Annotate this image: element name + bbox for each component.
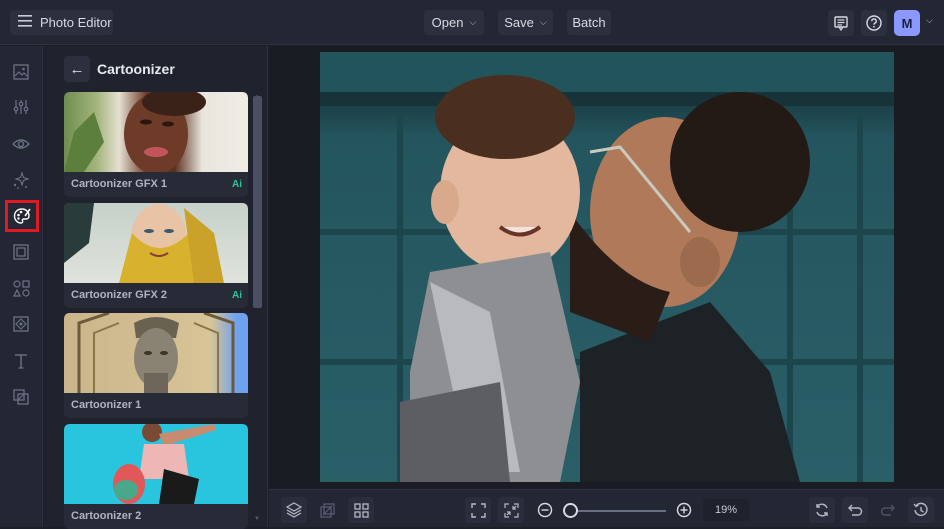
help-button[interactable]: [861, 10, 887, 36]
expand-icon: [470, 502, 486, 518]
redo-button[interactable]: [875, 497, 901, 523]
feedback-icon: [834, 15, 848, 31]
scroll-down-arrow[interactable]: ▼: [254, 516, 260, 522]
fullscreen-button[interactable]: [465, 497, 491, 523]
effect-label: Cartoonizer GFX 1: [71, 178, 167, 190]
grid-button[interactable]: [348, 497, 374, 523]
back-button[interactable]: ←: [64, 56, 90, 82]
eye-icon: [12, 139, 30, 149]
frame-icon: [13, 244, 29, 260]
chevron-down-icon: ⌵: [469, 17, 477, 27]
effect-card[interactable]: Cartoonizer 2: [64, 424, 248, 529]
effect-label: Cartoonizer GFX 2: [71, 289, 167, 301]
avatar-initial: M: [901, 15, 913, 31]
ai-badge: Ai: [232, 290, 242, 301]
rail-item-graphics[interactable]: [7, 274, 35, 302]
zoom-level-input[interactable]: 19%: [703, 499, 749, 521]
rail-item-touch-up[interactable]: [7, 166, 35, 194]
effect-card[interactable]: Cartoonizer GFX 1 Ai: [64, 92, 248, 197]
sliders-icon: [13, 100, 29, 114]
compare-button[interactable]: [314, 497, 340, 523]
open-label: Open: [431, 15, 464, 30]
save-label: Save: [504, 15, 534, 30]
history-icon: [913, 502, 928, 516]
batch-button[interactable]: Batch: [567, 10, 611, 35]
zoom-in-icon: [676, 502, 692, 518]
undo-button[interactable]: [842, 497, 868, 523]
zoom-slider-handle[interactable]: [563, 503, 578, 518]
compare-icon: [319, 502, 335, 518]
menu-button[interactable]: Photo Editor: [10, 10, 113, 35]
effect-card[interactable]: Cartoonizer 1: [64, 313, 248, 418]
redo-icon: [880, 504, 895, 516]
account-chevron-down-icon[interactable]: ⌵: [926, 15, 933, 26]
photo-canvas[interactable]: [320, 52, 894, 482]
arrow-left-icon: ←: [69, 60, 85, 78]
sparkles-icon: [13, 171, 30, 189]
rail-item-text[interactable]: [7, 347, 35, 375]
tool-rail: [0, 46, 43, 527]
top-bar: Photo Editor Open ⌵ Save ⌵ Batch M ⌵: [0, 0, 944, 45]
effect-thumbnail: [64, 424, 248, 504]
zoom-out-button[interactable]: [532, 497, 558, 523]
zoom-out-icon: [537, 502, 553, 518]
texture-icon: [13, 316, 29, 332]
effect-thumbnail: [64, 203, 248, 283]
shrink-icon: [503, 502, 519, 518]
ai-badge: Ai: [232, 179, 242, 190]
rail-item-backgrounds[interactable]: [7, 383, 35, 411]
history-button[interactable]: [908, 497, 934, 523]
panel-title: Cartoonizer: [97, 61, 175, 77]
replace-image-button[interactable]: [809, 497, 835, 523]
zoom-in-button[interactable]: [671, 497, 697, 523]
effect-label: Cartoonizer 2: [71, 510, 142, 522]
rail-item-frames[interactable]: [7, 238, 35, 266]
hamburger-icon: [18, 15, 32, 30]
open-button[interactable]: Open ⌵: [424, 10, 484, 35]
effect-card[interactable]: Cartoonizer GFX 2 Ai: [64, 203, 248, 308]
canvas-area: [269, 46, 944, 488]
effect-thumbnail: [64, 313, 248, 393]
zoom-slider-track[interactable]: [572, 510, 666, 512]
rail-item-artsy[interactable]: [5, 200, 39, 232]
rail-item-effects[interactable]: [7, 130, 35, 158]
rail-item-adjustments[interactable]: [7, 93, 35, 121]
layers-icon: [13, 389, 29, 405]
undo-icon: [848, 504, 863, 516]
cartoonizer-panel: ← Cartoonizer Cartoonizer GFX 1 Ai Carto…: [44, 46, 268, 529]
panel-scrollbar[interactable]: [253, 96, 262, 308]
shapes-icon: [12, 279, 30, 297]
fit-to-screen-button[interactable]: [498, 497, 524, 523]
image-icon: [13, 64, 29, 80]
layers-stack-icon: [286, 502, 302, 518]
save-button[interactable]: Save ⌵: [498, 10, 553, 35]
rail-item-overlays[interactable]: [7, 310, 35, 338]
rail-item-image[interactable]: [7, 58, 35, 86]
text-icon: [15, 354, 27, 369]
effect-label: Cartoonizer 1: [71, 399, 142, 411]
batch-label: Batch: [572, 15, 606, 30]
refresh-icon: [816, 503, 828, 517]
app-title: Photo Editor: [40, 15, 112, 30]
palette-icon: [13, 208, 31, 224]
bottom-toolbar: 19%: [269, 489, 944, 527]
effect-thumbnail: [64, 92, 248, 172]
chevron-down-icon: ⌵: [539, 17, 547, 27]
help-icon: [866, 15, 882, 31]
feedback-button[interactable]: [828, 10, 854, 36]
layers-button[interactable]: [281, 497, 307, 523]
user-avatar[interactable]: M: [894, 10, 920, 36]
grid-icon: [353, 502, 369, 518]
